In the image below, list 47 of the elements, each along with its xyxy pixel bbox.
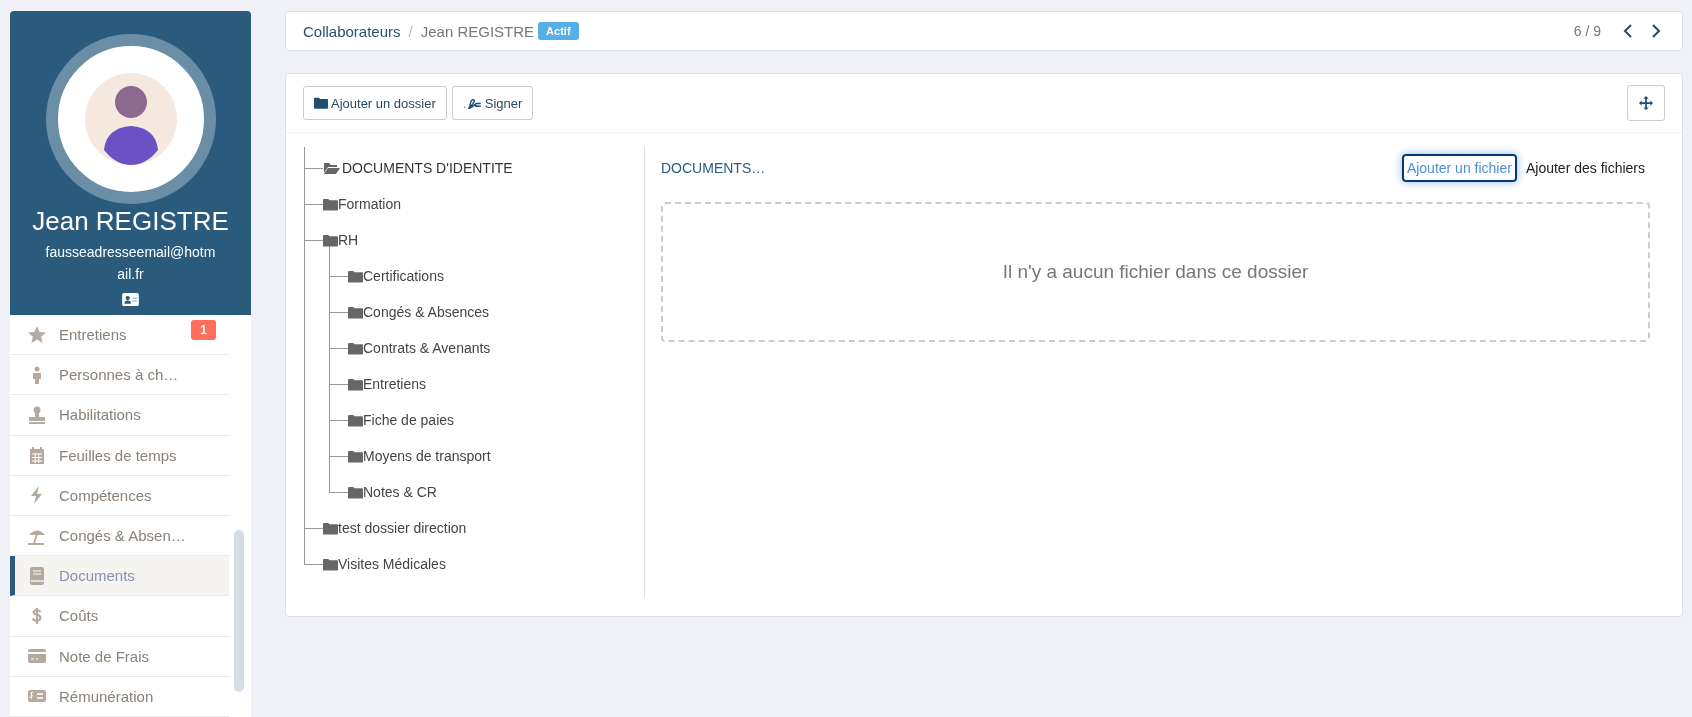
folder-label[interactable]: DOCUMENTS D'IDENTITE [342,160,513,176]
move-button[interactable] [1627,85,1665,121]
move-arrows-icon [1639,96,1653,110]
add-folder-button[interactable]: Ajouter un dossier [303,86,447,120]
stamp-icon [27,404,47,425]
sidebar-item[interactable]: Entretiens 1 [10,315,229,356]
folder-label[interactable]: RH [338,232,359,248]
sidebar-item[interactable]: Compétences [10,475,229,516]
sidebar-item[interactable]: Coûts [10,596,229,637]
sidebar-item[interactable]: Note de Frais [10,636,229,677]
folder-label[interactable]: Moyens de transport [363,448,491,464]
book-icon [27,565,47,586]
drop-zone[interactable]: Il n'y a aucun fichier dans ce dossier [661,202,1650,342]
scrollbar[interactable] [234,530,244,692]
folder-label[interactable]: Congés & Absences [363,304,490,320]
folder-label[interactable]: Contrats & Avenants [363,340,491,356]
folder-label[interactable]: test dossier direction [338,520,467,536]
upload-link[interactable]: Ajouter un fichier [1401,154,1517,182]
folder-title: DOCUMENTS… [661,160,766,176]
sidebar-item[interactable]: Habilitations [10,395,229,436]
folder-label[interactable]: Entretiens [363,376,427,392]
breadcrumb-separator: / [408,22,413,40]
sidebar-item[interactable]: Rémunération [10,676,229,717]
folder-label[interactable]: Visites Médicales [338,556,446,572]
status-badge: Actif [538,22,579,40]
profile-email: fausseadresseemail@hotmail.fr [45,243,216,284]
folder-icon [314,97,328,109]
star-icon [27,324,47,345]
folder-label[interactable]: Formation [338,196,402,212]
sidebar-item[interactable]: Personnes à ch… [10,355,229,396]
profile-name: Jean REGISTRE [32,206,229,236]
empty-message: Il n'y a aucun fichier dans ce dossier [1002,261,1309,283]
breadcrumb-current: Jean REGISTRE [420,22,535,40]
folder-label[interactable]: Notes & CR [363,484,437,500]
sign-button[interactable]: Signer [451,86,534,120]
signature-icon [462,97,482,109]
upload-link[interactable]: Ajouter des fichiers [1520,154,1650,182]
calendar-icon [27,445,47,466]
folder-label[interactable]: Fiche de paies [363,412,455,428]
breadcrumb-link[interactable]: Collaborateurs [303,22,401,40]
chevron-right-icon[interactable] [1651,23,1661,39]
id-card-icon[interactable] [122,293,139,306]
sidebar-item[interactable]: Feuilles de temps [10,435,229,476]
chevron-left-icon[interactable] [1623,23,1633,39]
folder-label[interactable]: Certifications [363,268,444,284]
page-counter: 6 / 9 [1573,23,1601,39]
count-badge: 1 [191,320,216,340]
